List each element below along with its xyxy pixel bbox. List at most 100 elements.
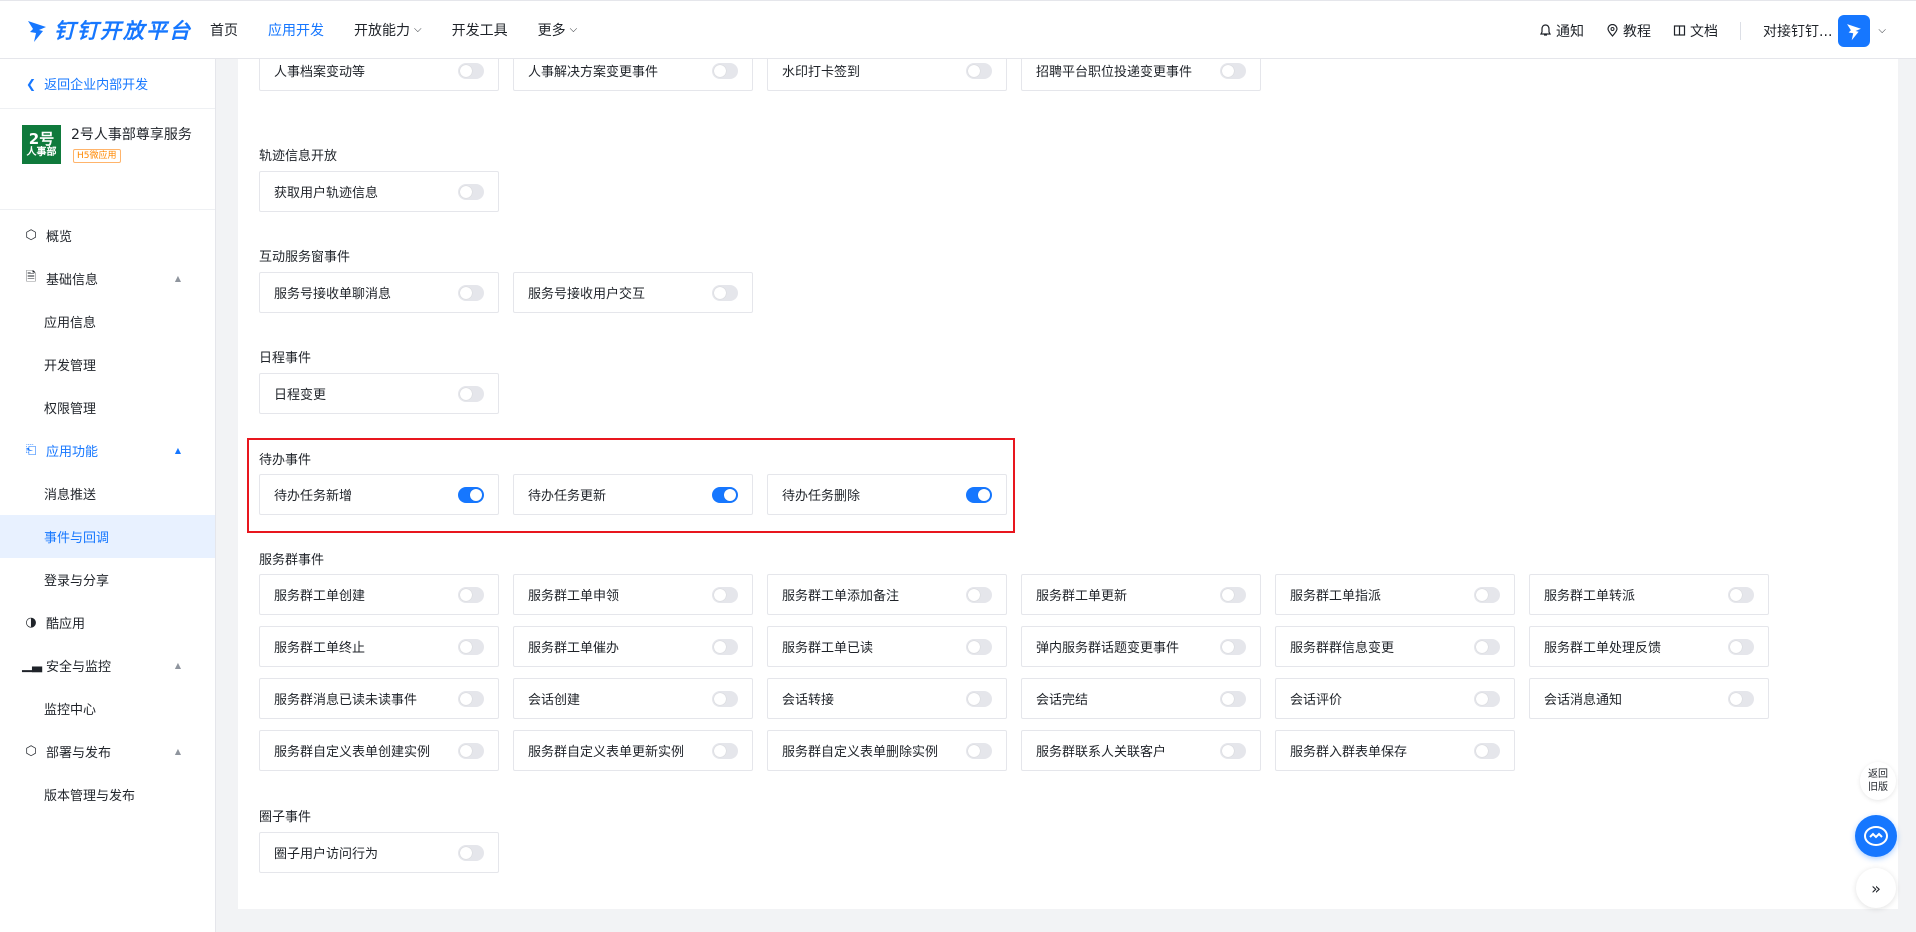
- sidebar-item-overview[interactable]: ⬡ 概览: [0, 214, 215, 257]
- event-toggle[interactable]: [1220, 638, 1246, 655]
- brand-logo[interactable]: 钉钉开放平台: [26, 15, 208, 45]
- event-toggle[interactable]: [712, 62, 738, 79]
- event-toggle[interactable]: [966, 486, 992, 503]
- event-toggle[interactable]: [458, 844, 484, 861]
- event-card: 会话完结: [1021, 678, 1261, 719]
- section-title: 圈子事件: [259, 810, 312, 825]
- docs-link[interactable]: 文档: [1673, 21, 1718, 41]
- event-toggle[interactable]: [458, 586, 484, 603]
- dingtalk-logo-icon: [28, 20, 46, 42]
- sidebar-group-deploy[interactable]: ⬡ 部署与发布 ▲: [0, 730, 215, 773]
- event-toggle[interactable]: [1728, 586, 1754, 603]
- event-toggle[interactable]: [1474, 638, 1500, 655]
- event-card: 待办任务更新: [513, 474, 753, 515]
- sidebar-group-basic-info[interactable]: 🗎 基础信息 ▲: [0, 257, 215, 300]
- event-card: 服务群群信息变更: [1275, 626, 1515, 667]
- event-toggle[interactable]: [1474, 690, 1500, 707]
- event-toggle[interactable]: [712, 586, 738, 603]
- event-toggle[interactable]: [966, 742, 992, 759]
- app-type-badge: H5微应用: [73, 149, 121, 163]
- caret-up-icon: ▲: [174, 661, 181, 670]
- sidebar-item-cool-app[interactable]: ◑ 酷应用: [0, 601, 215, 644]
- event-card: 服务群入群表单保存: [1275, 730, 1515, 771]
- event-card: 人事解决方案变更事件: [513, 59, 753, 91]
- assistant-bot-button[interactable]: [1855, 815, 1897, 857]
- section-title: 日程事件: [259, 351, 312, 366]
- dingtalk-avatar-icon: [1847, 23, 1862, 40]
- event-toggle[interactable]: [1728, 690, 1754, 707]
- event-toggle[interactable]: [1220, 62, 1246, 79]
- book-icon: [1673, 25, 1686, 36]
- event-toggle[interactable]: [458, 385, 484, 402]
- chevron-down-icon: ⌵: [414, 24, 422, 35]
- sidebar-group-app-features[interactable]: ⎗ 应用功能 ▲: [0, 429, 215, 472]
- event-card: 服务群工单添加备注: [767, 574, 1007, 615]
- app-name: 2号人事部尊享服务: [71, 127, 192, 143]
- sidebar-item-version-release[interactable]: 版本管理与发布: [0, 773, 215, 816]
- event-toggle[interactable]: [458, 638, 484, 655]
- sidebar-item-app-info[interactable]: 应用信息: [0, 300, 215, 343]
- event-toggle[interactable]: [458, 486, 484, 503]
- event-toggle[interactable]: [1728, 638, 1754, 655]
- sidebar-item-msg-push[interactable]: 消息推送: [0, 472, 215, 515]
- nav-dev-tools[interactable]: 开发工具: [452, 20, 508, 40]
- sidebar-item-monitor-center[interactable]: 监控中心: [0, 687, 215, 730]
- event-card: 服务群自定义表单更新实例: [513, 730, 753, 771]
- event-card: 弹内服务群话题变更事件: [1021, 626, 1261, 667]
- event-toggle[interactable]: [966, 690, 992, 707]
- event-card: 圈子用户访问行为: [259, 832, 499, 873]
- sidebar-item-login-share[interactable]: 登录与分享: [0, 558, 215, 601]
- app-card: 2号 人事部 2号人事部尊享服务 H5微应用: [0, 109, 215, 210]
- event-toggle[interactable]: [966, 638, 992, 655]
- event-toggle[interactable]: [458, 742, 484, 759]
- event-toggle[interactable]: [1220, 742, 1246, 759]
- event-toggle[interactable]: [458, 183, 484, 200]
- notify-link[interactable]: 通知: [1539, 21, 1584, 41]
- sidebar-group-security[interactable]: ▁▃ 安全与监控 ▲: [0, 644, 215, 687]
- caret-up-icon: ▲: [174, 274, 181, 283]
- event-toggle[interactable]: [712, 742, 738, 759]
- document-icon: 🗎: [25, 269, 37, 285]
- cube-icon: ⬡: [25, 744, 37, 759]
- sidebar-item-events-callbacks[interactable]: 事件与回调: [0, 515, 215, 558]
- event-toggle[interactable]: [1474, 742, 1500, 759]
- event-toggle[interactable]: [966, 586, 992, 603]
- event-toggle[interactable]: [712, 284, 738, 301]
- event-card: 会话转接: [767, 678, 1007, 719]
- sidebar-item-dev-mgmt[interactable]: 开发管理: [0, 343, 215, 386]
- event-card: 服务群工单已读: [767, 626, 1007, 667]
- app-feature-icon: ⎗: [25, 443, 37, 458]
- tutorial-link[interactable]: 教程: [1606, 21, 1651, 41]
- caret-up-icon: ▲: [174, 446, 181, 455]
- return-old-version-button[interactable]: 返回 旧版: [1860, 762, 1896, 800]
- event-toggle[interactable]: [1220, 586, 1246, 603]
- event-card: 服务群消息已读未读事件: [259, 678, 499, 719]
- expand-panel-button[interactable]: »: [1856, 868, 1896, 908]
- event-card: 服务群自定义表单删除实例: [767, 730, 1007, 771]
- header-divider: [1740, 21, 1742, 40]
- nav-app-dev[interactable]: 应用开发: [268, 20, 324, 40]
- event-toggle[interactable]: [1220, 690, 1246, 707]
- nav-more[interactable]: 更多 ⌵: [538, 20, 578, 40]
- chat-bot-icon: [1864, 826, 1888, 846]
- event-card: 服务群联系人关联客户: [1021, 730, 1261, 771]
- event-toggle[interactable]: [966, 62, 992, 79]
- event-toggle[interactable]: [458, 690, 484, 707]
- account-menu[interactable]: 对接钉钉... ⌵: [1763, 14, 1886, 47]
- event-toggle[interactable]: [458, 284, 484, 301]
- event-toggle[interactable]: [712, 690, 738, 707]
- sidebar-item-perm-mgmt[interactable]: 权限管理: [0, 386, 215, 429]
- app-avatar: 2号 人事部: [22, 125, 61, 164]
- event-toggle[interactable]: [712, 486, 738, 503]
- event-toggle[interactable]: [1474, 586, 1500, 603]
- nav-open-capability[interactable]: 开放能力 ⌵: [354, 20, 422, 40]
- event-card: 服务号接收用户交互: [513, 272, 753, 313]
- event-toggle[interactable]: [458, 62, 484, 79]
- event-card: 服务群自定义表单创建实例: [259, 730, 499, 771]
- event-toggle[interactable]: [712, 638, 738, 655]
- back-to-internal-dev-link[interactable]: ❮ 返回企业内部开发: [0, 59, 215, 109]
- section-title: 待办事件: [259, 453, 312, 468]
- event-card: 日程变更: [259, 373, 499, 414]
- event-card: 会话评价: [1275, 678, 1515, 719]
- nav-home[interactable]: 首页: [210, 20, 238, 40]
